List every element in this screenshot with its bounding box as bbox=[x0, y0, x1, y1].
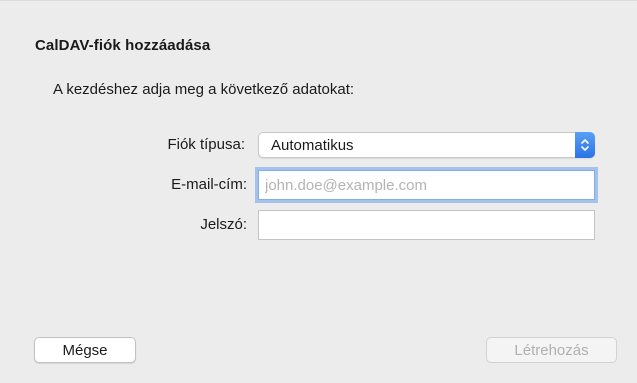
email-field[interactable] bbox=[258, 170, 595, 200]
updown-chevron-icon bbox=[575, 132, 595, 158]
password-label: Jelszó: bbox=[200, 216, 247, 233]
add-caldav-account-dialog: CalDAV-fiók hozzáadása A kezdéshez adja … bbox=[0, 0, 637, 383]
dialog-subtitle: A kezdéshez adja meg a következő adatoka… bbox=[53, 81, 355, 98]
account-type-label: Fiók típusa: bbox=[167, 136, 245, 153]
account-type-value: Automatikus bbox=[271, 137, 354, 154]
create-button[interactable]: Létrehozás bbox=[486, 337, 617, 363]
password-field[interactable] bbox=[258, 210, 595, 240]
email-label: E-mail-cím: bbox=[171, 176, 247, 193]
account-type-select[interactable]: Automatikus bbox=[258, 132, 595, 158]
cancel-button[interactable]: Mégse bbox=[34, 337, 136, 363]
dialog-title: CalDAV-fiók hozzáadása bbox=[35, 37, 211, 54]
